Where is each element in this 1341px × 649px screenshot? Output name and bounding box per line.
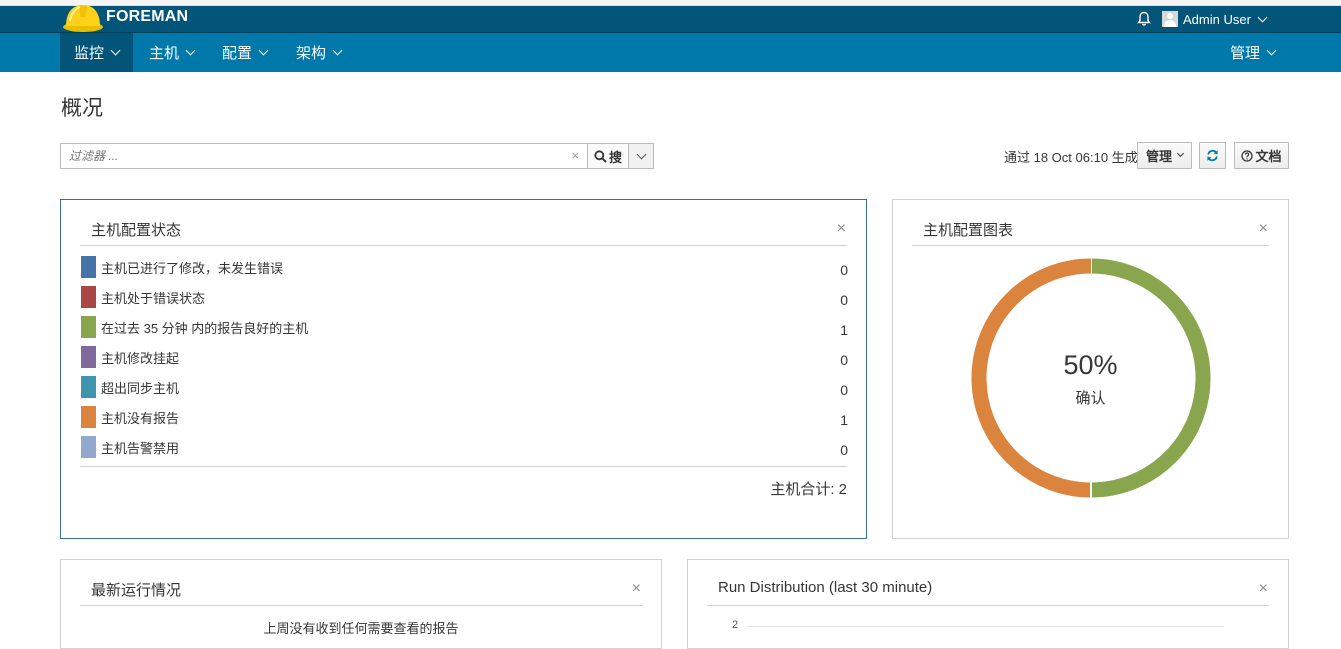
documentation-button[interactable]: 文档 [1234, 142, 1289, 169]
search-box: × [60, 143, 588, 169]
status-color-swatch [81, 346, 96, 368]
chevron-down-icon [110, 45, 121, 56]
chevron-down-icon [1266, 45, 1277, 56]
status-label: 主机告警禁用 [101, 440, 180, 456]
nav-hosts[interactable]: 主机 [135, 33, 208, 72]
status-count: 0 [840, 352, 848, 368]
chevron-down-icon [332, 45, 343, 56]
divider [707, 605, 1269, 606]
widget-latest-events: 最新运行情况 × 上周没有收到任何需要查看的报告 [60, 559, 662, 649]
widget-title: 主机配置状态 [91, 222, 182, 239]
main-nav: 监控 主机 配置 架构 管理 [0, 33, 1341, 72]
widget-run-distribution: Run Distribution (last 30 minute) × 2 [687, 559, 1289, 649]
nav-administer[interactable]: 管理 [1216, 33, 1289, 72]
divider [80, 605, 642, 606]
search-button[interactable]: 搜 [587, 143, 629, 169]
donut-percentage: 50% [1063, 350, 1118, 380]
close-icon[interactable]: × [1259, 580, 1268, 598]
refresh-icon [1207, 149, 1218, 162]
status-color-swatch [81, 436, 96, 458]
page-title: 概况 [61, 97, 103, 120]
nav-monitor[interactable]: 监控 [60, 33, 134, 72]
status-label: 超出同步主机 [101, 380, 180, 396]
nav-administer-label: 管理 [1230, 45, 1261, 62]
status-row-pending[interactable]: 主机修改挂起 0 [81, 346, 848, 368]
status-count: 1 [840, 322, 848, 338]
nav-configure[interactable]: 配置 [208, 33, 281, 72]
empty-state-message: 上周没有收到任何需要查看的报告 [263, 621, 459, 636]
chevron-down-icon [185, 45, 196, 56]
chevron-down-icon [1176, 149, 1185, 158]
divider [80, 466, 847, 467]
status-color-swatch [81, 316, 96, 338]
status-row-no-reports[interactable]: 主机没有报告 1 [81, 406, 848, 428]
widget-host-configuration-chart: 主机配置图表 × 50% 确认 [892, 199, 1289, 539]
nav-infrastructure-label: 架构 [296, 45, 327, 62]
docs-label: 文档 [1255, 149, 1282, 164]
search-bookmarks-dropdown[interactable] [628, 143, 654, 169]
donut-center: 50% 确认 [893, 350, 1288, 408]
widget-title: Run Distribution (last 30 minute) [718, 579, 933, 596]
brand-bar: FOREMAN Admin User [0, 6, 1341, 33]
status-color-swatch [81, 376, 96, 398]
avatar [1162, 11, 1178, 27]
status-label: 在过去 35 分钟 内的报告良好的主机 [101, 320, 309, 336]
close-icon[interactable]: × [632, 580, 641, 598]
generated-timestamp: 通过 18 Oct 06:10 生成 [1004, 150, 1138, 165]
status-row-good[interactable]: 在过去 35 分钟 内的报告良好的主机 1 [81, 316, 848, 338]
status-count: 0 [840, 262, 848, 278]
status-color-swatch [81, 286, 96, 308]
close-icon[interactable]: × [837, 220, 846, 238]
status-count: 0 [840, 292, 848, 308]
status-label: 主机修改挂起 [101, 350, 180, 366]
status-label: 主机已进行了修改，未发生错误 [101, 260, 284, 276]
status-label: 主机处于错误状态 [101, 290, 206, 306]
chevron-down-icon [636, 149, 646, 159]
nav-configure-label: 配置 [222, 45, 253, 62]
divider [912, 245, 1269, 246]
widget-title: 最新运行情况 [91, 582, 182, 599]
y-axis-tick: 2 [732, 619, 739, 631]
status-count: 1 [840, 412, 848, 428]
clear-icon[interactable]: × [571, 148, 579, 163]
nav-monitor-label: 监控 [74, 45, 105, 62]
manage-dashboard-button[interactable]: 管理 [1137, 142, 1192, 169]
search-input[interactable] [61, 144, 551, 168]
status-count: 0 [840, 382, 848, 398]
brand-name[interactable]: FOREMAN [106, 8, 188, 26]
foreman-helmet-logo[interactable] [62, 1, 104, 35]
user-menu[interactable]: Admin User [1162, 11, 1268, 27]
chart-gridline [748, 626, 1224, 627]
status-color-swatch [81, 406, 96, 428]
user-name: Admin User [1183, 11, 1251, 27]
search-icon [594, 149, 607, 163]
question-circle-icon [1241, 149, 1254, 162]
chevron-down-icon [258, 45, 269, 56]
status-row-alerts-disabled[interactable]: 主机告警禁用 0 [81, 436, 848, 458]
refresh-button[interactable] [1199, 142, 1226, 169]
status-color-swatch [81, 256, 96, 278]
status-row-error[interactable]: 主机处于错误状态 0 [81, 286, 848, 308]
nav-hosts-label: 主机 [149, 45, 180, 62]
status-label: 主机没有报告 [101, 410, 180, 426]
widget-host-configuration-status: 主机配置状态 × 主机已进行了修改，未发生错误 0 主机处于错误状态 0 在过去… [60, 199, 867, 539]
nav-infrastructure[interactable]: 架构 [282, 33, 355, 72]
status-row-out-of-sync[interactable]: 超出同步主机 0 [81, 376, 848, 398]
status-count: 0 [840, 442, 848, 458]
status-row-modified[interactable]: 主机已进行了修改，未发生错误 0 [81, 256, 848, 278]
bell-icon[interactable] [1136, 11, 1152, 27]
close-icon[interactable]: × [1259, 220, 1268, 238]
divider [80, 245, 847, 246]
chevron-down-icon [1257, 12, 1268, 22]
widget-title: 主机配置图表 [923, 222, 1014, 239]
hosts-total: 主机合计: 2 [770, 481, 847, 498]
search-button-label: 搜 [608, 149, 622, 165]
manage-label: 管理 [1145, 149, 1172, 164]
donut-caption: 确认 [1075, 390, 1106, 407]
